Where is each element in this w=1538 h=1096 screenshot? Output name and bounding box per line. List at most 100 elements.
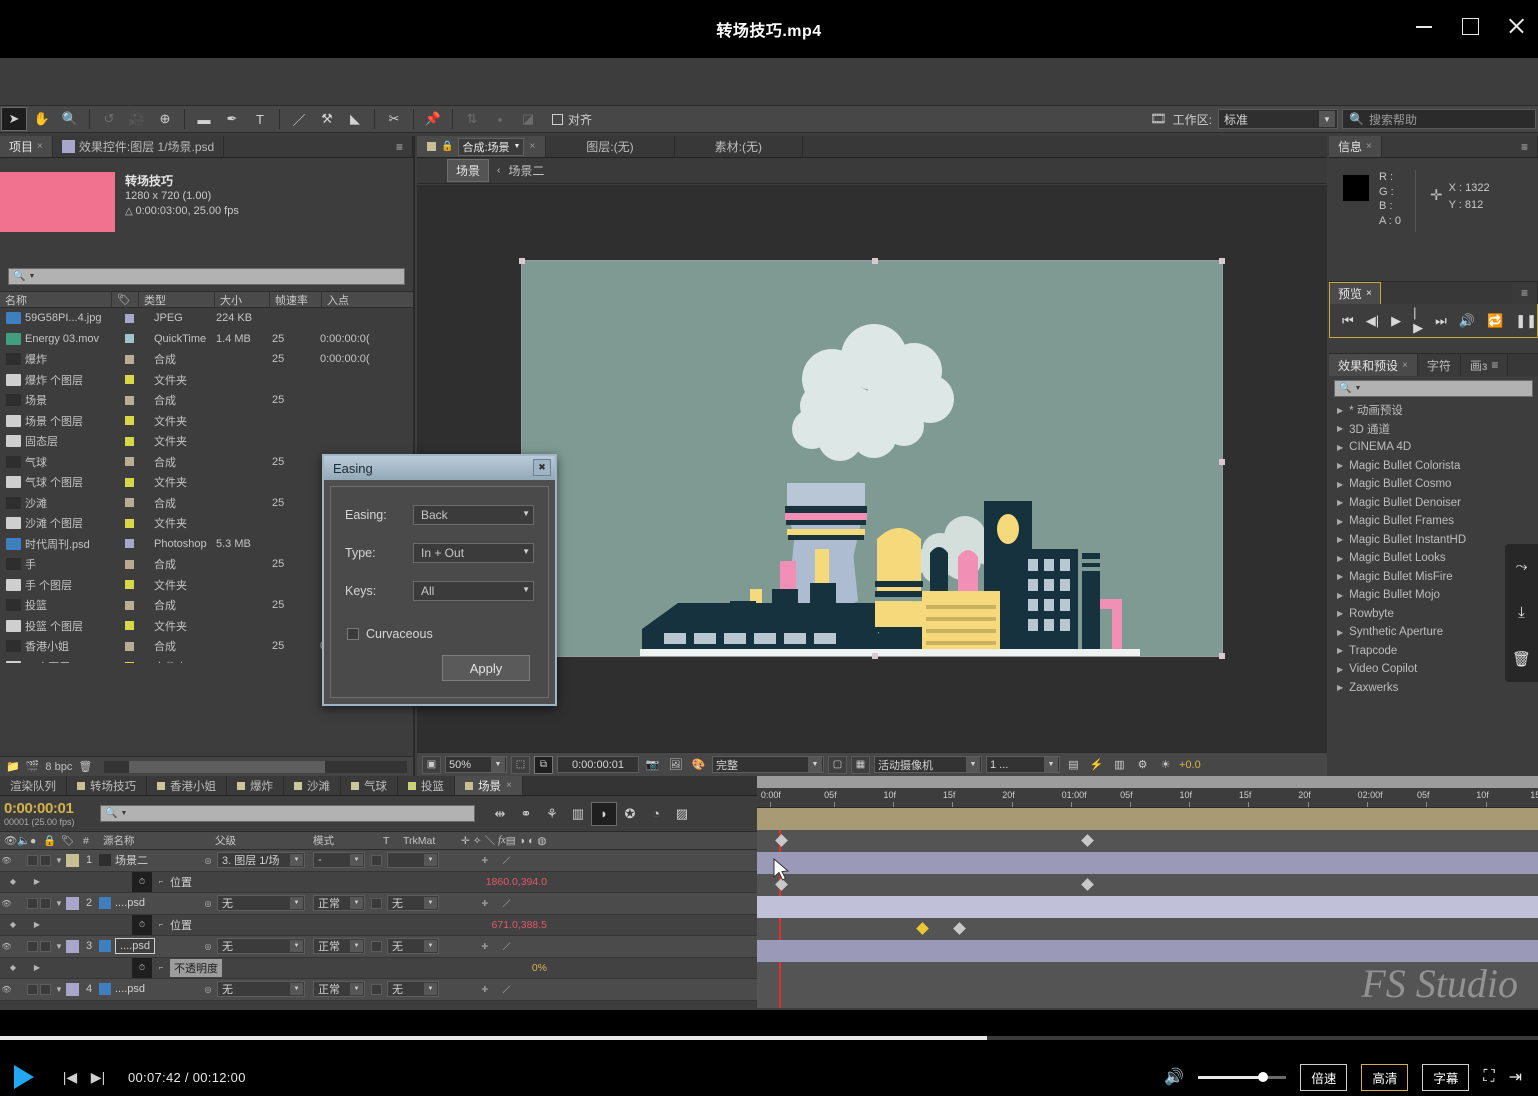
timeline-icon[interactable]: ▥: [1110, 756, 1129, 774]
timeline-tab[interactable]: 沙滩: [284, 776, 341, 795]
layer-color-swatch[interactable]: [66, 897, 79, 910]
text-tool-icon[interactable]: T: [247, 107, 273, 131]
property-name[interactable]: 位置: [170, 874, 192, 890]
trkmat-select[interactable]: 无▼: [387, 938, 439, 954]
property-expand-icon[interactable]: ▶: [26, 872, 48, 893]
frame-blending-icon[interactable]: ▥: [565, 802, 591, 826]
video-toggle[interactable]: 👁: [0, 893, 13, 914]
timeline-tab[interactable]: 场景×: [455, 776, 523, 795]
video-progress-bar[interactable]: [0, 1036, 1538, 1040]
chevron-right-icon[interactable]: ▶: [1337, 683, 1343, 692]
property-expand-icon[interactable]: ▶: [26, 915, 48, 936]
label-color-swatch[interactable]: [125, 355, 134, 364]
column-framerate[interactable]: 帧速率: [270, 292, 322, 307]
stopwatch-icon[interactable]: ⏱: [132, 958, 152, 979]
column-type[interactable]: 类型: [139, 292, 215, 307]
graph-icon[interactable]: ⌐: [152, 958, 170, 979]
switch-group[interactable]: ✛ ／: [439, 936, 559, 957]
parent-select[interactable]: 3. 图层 1/场▼: [217, 852, 305, 868]
region-interest-toggle-icon[interactable]: ▢: [828, 756, 847, 774]
chevron-right-icon[interactable]: ▶: [1337, 554, 1343, 563]
timeline-tab[interactable]: 气球: [341, 776, 398, 795]
transparency-grid-icon[interactable]: ⧉: [534, 756, 553, 774]
first-frame-icon[interactable]: ⏮: [1342, 313, 1354, 329]
timeline-current-time[interactable]: 0:00:00:01 00001 (25.00 fps): [0, 800, 100, 827]
tab-character[interactable]: 字符: [1418, 354, 1461, 376]
shape-tool-icon[interactable]: ▬: [191, 107, 217, 131]
preserve-transparency-toggle[interactable]: [365, 893, 387, 914]
close-icon[interactable]: ×: [1366, 288, 1372, 299]
layer-property-row[interactable]: ◆▶⏱⌐位置671.0,388.5: [0, 915, 757, 937]
type-select[interactable]: In + Out ▼: [413, 543, 534, 563]
preserve-transparency-toggle[interactable]: [365, 936, 387, 957]
property-keyframe-nav-icon[interactable]: ◆: [0, 958, 26, 979]
comp-icon[interactable]: 🎬: [26, 760, 40, 773]
trkmat-select[interactable]: 无▼: [387, 895, 439, 911]
layer-color-swatch[interactable]: [66, 854, 79, 867]
play-icon[interactable]: [14, 1065, 34, 1089]
chevron-right-icon[interactable]: ▶: [1337, 665, 1343, 674]
pixel-aspect-icon[interactable]: ▤: [1064, 756, 1083, 774]
video-toggle[interactable]: 👁: [0, 979, 13, 1000]
speed-button[interactable]: 倍速: [1300, 1064, 1347, 1091]
audio-toggle[interactable]: [13, 893, 26, 914]
chevron-right-icon[interactable]: ▶: [1337, 535, 1343, 544]
minimize-icon[interactable]: [1412, 14, 1436, 38]
scroll-thumb[interactable]: [129, 761, 326, 773]
layer-color-swatch[interactable]: [66, 983, 79, 996]
region-of-interest-icon[interactable]: ⬚: [511, 756, 530, 774]
header-source-name[interactable]: 源名称: [99, 832, 211, 849]
timeline-tab[interactable]: 爆炸: [227, 776, 284, 795]
expand-arrow-icon[interactable]: ▼: [52, 893, 66, 914]
quality-button[interactable]: 高清: [1361, 1064, 1408, 1091]
header-parent[interactable]: 父级: [211, 832, 309, 849]
stopwatch-icon[interactable]: ⏱: [132, 872, 152, 893]
brush-tool-icon[interactable]: ／: [286, 107, 312, 131]
audio-toggle[interactable]: [13, 979, 26, 1000]
label-color-swatch[interactable]: [125, 498, 134, 507]
label-color-swatch[interactable]: [125, 580, 134, 589]
video-toggle[interactable]: 👁: [0, 936, 13, 957]
fullscreen-icon[interactable]: ⛶: [1483, 1068, 1494, 1086]
layer-property-row[interactable]: ◆▶⏱⌐不透明度0%: [0, 958, 757, 980]
timeline-ruler[interactable]: 0:00f05f10f15f20f01:00f05f10f15f20f02:00…: [757, 776, 1538, 808]
label-color-swatch[interactable]: [125, 396, 134, 405]
tab-layer[interactable]: 图层:(无): [546, 136, 674, 157]
close-icon[interactable]: [1504, 14, 1528, 38]
label-color-swatch[interactable]: [125, 601, 134, 610]
switch-group[interactable]: ✛ ／: [439, 893, 559, 914]
column-size[interactable]: 大小: [215, 292, 270, 307]
project-search-input[interactable]: 🔍▼: [8, 268, 405, 285]
draft-3d-icon[interactable]: ⚭: [513, 802, 539, 826]
layer-duration-bar[interactable]: [757, 896, 1538, 918]
layer-row[interactable]: 👁▼4....psd◎无▼正常▼无▼✛ ／: [0, 979, 757, 1001]
download-icon[interactable]: ⤓: [1518, 604, 1525, 621]
effect-category-item[interactable]: ▶Magic Bullet Denoiser: [1329, 494, 1538, 513]
label-color-swatch[interactable]: [125, 662, 134, 663]
property-name[interactable]: 不透明度: [170, 959, 222, 977]
layer-color-swatch[interactable]: [66, 940, 79, 953]
solo-toggle[interactable]: [26, 850, 39, 871]
camera-tool-icon[interactable]: 🎥: [124, 107, 150, 131]
layer-row[interactable]: 👁▼1场景二◎3. 图层 1/场▼-▼▼✛ ／: [0, 850, 757, 872]
label-color-swatch[interactable]: [125, 560, 134, 569]
hide-shy-layers-icon[interactable]: ⚘: [539, 802, 565, 826]
layer-name-cell[interactable]: 场景二: [99, 852, 199, 868]
bpc-label[interactable]: 8 bpc: [45, 761, 72, 773]
extra-tool-b-icon[interactable]: ▪: [487, 107, 513, 131]
project-file-row[interactable]: Energy 03.movQuickTime1.4 MB250:00:00:0(: [0, 329, 413, 350]
zoom-select[interactable]: 50% ▼: [445, 756, 507, 773]
easing-dialog-titlebar[interactable]: Easing ✖: [324, 456, 555, 480]
effect-category-item[interactable]: ▶Magic Bullet Frames: [1329, 512, 1538, 531]
last-frame-icon[interactable]: ⏭: [1435, 313, 1447, 329]
solo-toggle[interactable]: [26, 893, 39, 914]
chevron-right-icon[interactable]: ▶: [1337, 461, 1343, 470]
extra-tool-a-icon[interactable]: ⇅: [459, 107, 485, 131]
parent-pickwhip-icon[interactable]: ◎: [199, 979, 217, 1000]
timeline-tab[interactable]: 投篮: [398, 776, 455, 795]
mode-select[interactable]: 正常▼: [313, 981, 365, 997]
easing-dialog[interactable]: Easing ✖ Easing: Back ▼ Type: In + Out ▼: [322, 454, 557, 706]
lock-toggle[interactable]: [39, 936, 52, 957]
close-icon[interactable]: ×: [506, 780, 512, 791]
property-value[interactable]: 671.0,388.5: [492, 919, 757, 931]
